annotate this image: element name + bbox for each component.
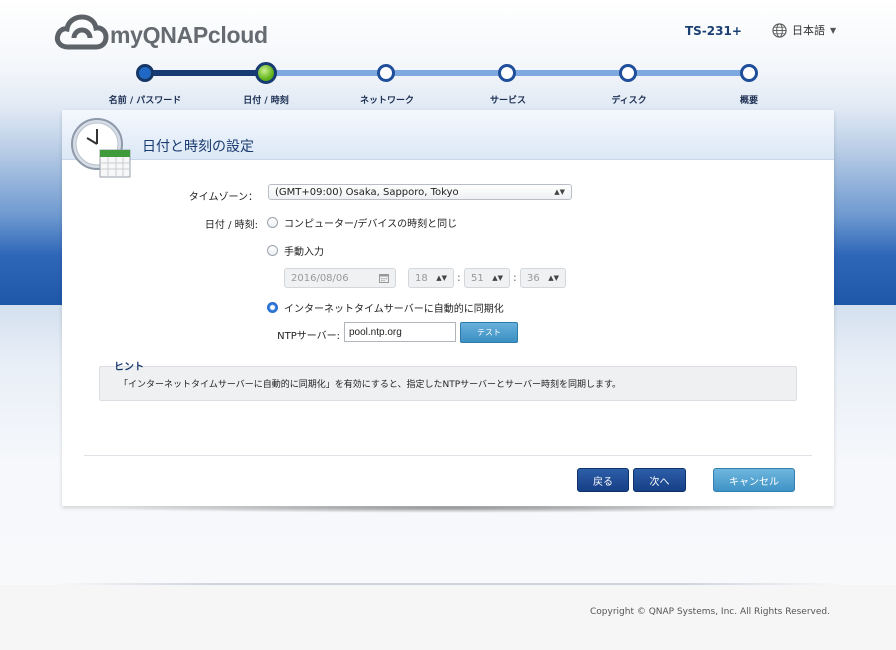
step-label-service: サービス	[489, 96, 527, 106]
step-dot-service	[498, 64, 516, 82]
background-divider	[55, 583, 841, 585]
wizard-progress-done	[145, 70, 267, 76]
step-dot-network	[377, 64, 395, 82]
manual-hour-select[interactable]: 18 ▲▼	[408, 268, 454, 288]
option-manual-label: 手動入力	[284, 247, 324, 258]
hint-box: 「インターネットタイムサーバーに自動的に同期化」を有効にすると、指定したNTPサ…	[99, 366, 797, 401]
radio-sync-computer[interactable]	[267, 217, 278, 228]
option-sync-computer[interactable]: コンピューター/デバイスの時刻と同じ	[267, 215, 457, 230]
timezone-select[interactable]: (GMT+09:00) Osaka, Sapporo, Tokyo ▲▼	[268, 184, 572, 200]
manual-second-select[interactable]: 36 ▲▼	[520, 268, 566, 288]
hint-text: 「インターネットタイムサーバーに自動的に同期化」を有効にすると、指定したNTPサ…	[119, 380, 622, 390]
radio-manual[interactable]	[267, 245, 278, 256]
step-dot-date-time	[255, 62, 277, 84]
step-label-network: ネットワーク	[359, 96, 415, 106]
device-model: TS-231+	[685, 24, 742, 38]
step-dot-summary	[740, 64, 758, 82]
step-label-disk: ディスク	[611, 96, 647, 106]
language-label: 日本語	[792, 24, 825, 37]
panel-header: 日付と時刻の設定	[62, 110, 834, 160]
timezone-label: タイムゾーン：	[188, 192, 258, 203]
step-label-name-password: 名前 / パスワード	[108, 96, 182, 106]
manual-minute-select[interactable]: 51 ▲▼	[464, 268, 510, 288]
updown-arrows-icon: ▲▼	[492, 274, 503, 282]
settings-panel: 日付と時刻の設定 タイムゾーン： (GMT+09:00) Osaka, Sapp…	[62, 110, 834, 506]
clock-calendar-icon	[71, 118, 131, 178]
step-dot-name-password	[136, 64, 154, 82]
hint-title: ヒント	[114, 362, 144, 373]
manual-date-value: 2016/08/06	[291, 272, 349, 284]
globe-icon	[772, 22, 787, 38]
back-button[interactable]: 戻る	[577, 468, 629, 492]
updown-arrows-icon: ▲▼	[554, 188, 565, 196]
calendar-icon	[379, 274, 389, 283]
manual-second-value: 36	[527, 272, 540, 284]
step-dot-disk	[619, 64, 637, 82]
step-label-summary: 概要	[739, 96, 759, 106]
manual-minute-value: 51	[471, 272, 484, 284]
option-ntp[interactable]: インターネットタイムサーバーに自動的に同期化	[267, 300, 504, 315]
manual-date-field[interactable]: 2016/08/06	[284, 268, 396, 288]
updown-arrows-icon: ▲▼	[436, 274, 447, 282]
copyright-text: Copyright © QNAP Systems, Inc. All Right…	[590, 607, 830, 617]
cancel-button[interactable]: キャンセル	[713, 468, 795, 492]
option-sync-computer-label: コンピューター/デバイスの時刻と同じ	[284, 219, 458, 230]
option-manual[interactable]: 手動入力	[267, 243, 324, 258]
option-ntp-label: インターネットタイムサーバーに自動的に同期化	[284, 304, 504, 315]
datetime-label: 日付 / 時刻:	[204, 220, 258, 231]
panel-title: 日付と時刻の設定	[142, 139, 254, 155]
ntp-server-label: NTPサーバー:	[277, 331, 340, 342]
background-footer	[0, 586, 896, 650]
step-label-date-time: 日付 / 時刻	[243, 96, 289, 106]
logo-text: myQNAPcloud	[110, 22, 268, 48]
chevron-down-icon: ▼	[830, 25, 837, 35]
language-selector[interactable]: 日本語 ▼	[772, 22, 836, 38]
updown-arrows-icon: ▲▼	[548, 274, 559, 282]
time-separator: :	[457, 271, 461, 284]
timezone-value: (GMT+09:00) Osaka, Sapporo, Tokyo	[275, 186, 459, 198]
test-button[interactable]: テスト	[460, 322, 518, 343]
manual-hour-value: 18	[415, 272, 428, 284]
radio-ntp[interactable]	[267, 302, 278, 313]
next-button[interactable]: 次へ	[633, 468, 686, 492]
ntp-server-input[interactable]	[344, 322, 456, 342]
time-separator: :	[513, 271, 517, 284]
footer-divider	[84, 455, 812, 456]
